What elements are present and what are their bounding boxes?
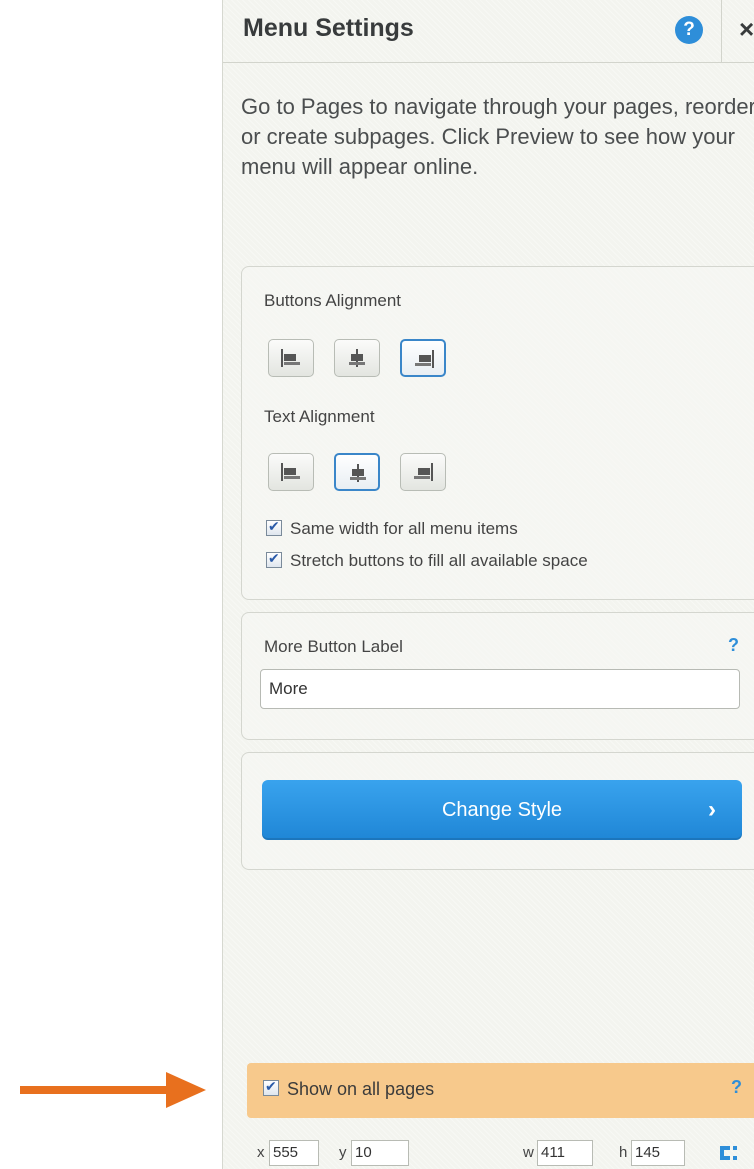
- text-align-center-button[interactable]: [334, 453, 380, 491]
- orange-arrow-icon: [20, 1072, 206, 1108]
- stretch-label: Stretch buttons to fill all available sp…: [290, 551, 588, 570]
- align-center-icon: [350, 464, 366, 482]
- text-align-left-button[interactable]: [268, 453, 314, 491]
- show-on-all-pages-bar: Show on all pages ?: [247, 1063, 754, 1118]
- panel-title: Menu Settings: [243, 14, 414, 42]
- w-label: w: [523, 1144, 534, 1161]
- show-on-all-pages-label: Show on all pages: [287, 1079, 435, 1099]
- more-button-section: More Button Label ?: [241, 612, 754, 740]
- stretch-checkbox[interactable]: [266, 550, 282, 568]
- coordinates-bar: x 555 y 10 w 411 h 145: [223, 1136, 754, 1166]
- align-right-icon: [415, 350, 434, 368]
- change-style-button[interactable]: Change Style ›: [262, 780, 742, 840]
- intro-text: Go to Pages to navigate through your pag…: [241, 94, 754, 179]
- chevron-right-icon: ›: [708, 796, 716, 823]
- help-icon[interactable]: ?: [731, 1077, 742, 1098]
- align-right-icon: [414, 463, 433, 481]
- align-center-icon: [349, 349, 365, 367]
- stage: Menu Settings ? × Go to Pages to navigat…: [0, 0, 754, 1169]
- text-align-right-button[interactable]: [400, 453, 446, 491]
- buttons-align-center-button[interactable]: [334, 339, 380, 377]
- align-left-icon: [281, 349, 300, 367]
- x-label: x: [257, 1144, 265, 1161]
- show-on-all-pages-checkbox[interactable]: [263, 1078, 279, 1096]
- panel-header: Menu Settings ? ×: [223, 0, 754, 63]
- x-input[interactable]: 555: [269, 1140, 319, 1166]
- text-alignment-label: Text Alignment: [264, 407, 375, 426]
- more-button-input[interactable]: [260, 669, 740, 709]
- same-width-label: Same width for all menu items: [290, 519, 518, 538]
- help-icon[interactable]: ?: [675, 16, 703, 44]
- y-label: y: [339, 1144, 347, 1161]
- more-button-label: More Button Label: [264, 637, 403, 656]
- buttons-alignment-label: Buttons Alignment: [264, 291, 402, 310]
- alignment-section: Buttons Alignment Text Alignment ✔ Same …: [241, 266, 754, 600]
- align-left-icon: [281, 463, 300, 481]
- h-input[interactable]: 145: [631, 1140, 685, 1166]
- header-divider: [721, 0, 722, 62]
- change-style-label: Change Style: [441, 799, 563, 821]
- buttons-align-left-button[interactable]: [268, 339, 314, 377]
- help-icon[interactable]: ?: [728, 635, 739, 656]
- proportion-lock-icon[interactable]: [717, 1142, 743, 1164]
- buttons-align-right-button[interactable]: [400, 339, 446, 377]
- menu-settings-panel: Menu Settings ? × Go to Pages to navigat…: [222, 0, 754, 1169]
- h-label: h: [619, 1144, 628, 1161]
- change-style-section: Change Style ›: [241, 752, 754, 870]
- close-icon[interactable]: ×: [739, 14, 754, 45]
- w-input[interactable]: 411: [537, 1140, 593, 1166]
- y-input[interactable]: 10: [351, 1140, 409, 1166]
- same-width-checkbox[interactable]: [266, 518, 282, 536]
